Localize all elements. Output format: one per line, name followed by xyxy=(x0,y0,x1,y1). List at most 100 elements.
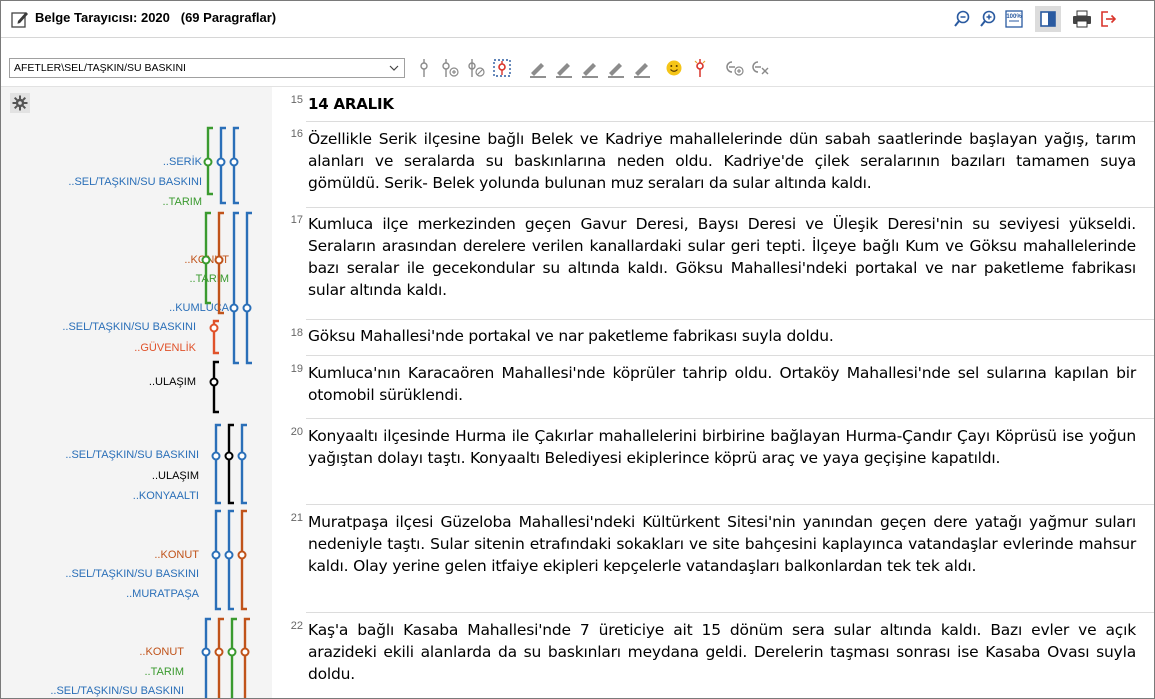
print-button[interactable] xyxy=(1069,6,1095,32)
paragraph-text[interactable]: Göksu Mahallesi'nde portakal ve nar pake… xyxy=(308,325,1136,347)
selection-button[interactable] xyxy=(491,57,513,79)
code-knob xyxy=(214,647,224,657)
code-knob xyxy=(201,255,211,265)
pin-button[interactable] xyxy=(413,57,435,79)
code-knob xyxy=(229,303,239,313)
code-knob xyxy=(229,157,239,167)
zoom-out-button[interactable] xyxy=(949,6,975,32)
paragraph-number[interactable]: 20 xyxy=(272,426,303,438)
exit-icon xyxy=(1101,11,1117,27)
emoji-button[interactable] xyxy=(663,57,685,79)
coding-bracket xyxy=(230,617,237,698)
paragraph-separator xyxy=(306,612,1154,613)
code-knob xyxy=(201,647,211,657)
code-knob xyxy=(237,451,247,461)
coding-bracket xyxy=(232,211,239,365)
emoji-icon xyxy=(666,60,682,76)
coding-bracket xyxy=(214,423,221,505)
coding-bracket xyxy=(240,509,247,611)
paragraph-separator xyxy=(306,355,1154,356)
coding-bracket xyxy=(227,423,234,505)
highlighter-icon xyxy=(530,63,546,78)
pin-icon xyxy=(420,59,428,77)
panel-icon xyxy=(1040,11,1056,27)
highlighter-button-5[interactable] xyxy=(631,57,653,79)
code-knob xyxy=(237,550,247,560)
paragraph-text[interactable]: Konyaaltı ilçesinde Hurma ile Çakırlar m… xyxy=(308,425,1136,469)
paragraph-number[interactable]: 18 xyxy=(272,327,303,339)
code-knob xyxy=(216,157,226,167)
chevron-down-icon xyxy=(389,65,399,71)
link-add-icon xyxy=(726,61,744,76)
code-knob xyxy=(211,451,221,461)
code-knob xyxy=(224,550,234,560)
title-toolbar: 100% xyxy=(949,6,1121,32)
zoom-in-button[interactable] xyxy=(975,6,1001,32)
paragraph-separator xyxy=(306,207,1154,208)
highlighter-icon xyxy=(556,63,572,78)
link-add-button[interactable] xyxy=(723,57,745,79)
pins-icon xyxy=(468,59,485,77)
add-pin-icon xyxy=(442,59,459,77)
paragraph-separator xyxy=(306,418,1154,419)
paragraph-text[interactable]: Özellikle Serik ilçesine bağlı Belek ve … xyxy=(308,128,1136,194)
coding-bracket xyxy=(245,211,252,365)
highlighter-icon xyxy=(608,63,624,78)
coding-bracket xyxy=(212,360,219,414)
add-pin-button[interactable] xyxy=(439,57,461,79)
paragraph-number[interactable]: 15 xyxy=(272,94,303,106)
code-knob xyxy=(242,303,252,313)
pins-button[interactable] xyxy=(465,57,487,79)
highlighter-button-4[interactable] xyxy=(605,57,627,79)
zoom-100-icon: 100% xyxy=(1005,10,1023,28)
highlighter-icon xyxy=(582,63,598,78)
link-remove-button[interactable] xyxy=(749,57,771,79)
coding-bracket xyxy=(243,617,250,698)
link-remove-icon xyxy=(752,61,769,75)
paragraph-separator xyxy=(306,319,1154,320)
highlighter-icon xyxy=(634,63,650,78)
zoom-100-button[interactable]: 100% xyxy=(1001,6,1027,32)
symbol-button[interactable] xyxy=(689,57,711,79)
zoom-out-icon xyxy=(954,10,970,27)
code-knob xyxy=(211,550,221,560)
highlighter-button-2[interactable] xyxy=(553,57,575,79)
code-knob xyxy=(203,157,213,167)
layout-toggle-button[interactable] xyxy=(1035,6,1061,32)
paragraph-text[interactable]: Kaş'a bağlı Kasaba Mahallesi'nde 7 üreti… xyxy=(308,619,1136,685)
code-knob xyxy=(240,647,250,657)
highlighter-button-3[interactable] xyxy=(579,57,601,79)
code-knob xyxy=(227,647,237,657)
code-knob xyxy=(224,451,234,461)
paragraph-text[interactable]: Muratpaşa ilçesi Güzeloba Mahallesi'ndek… xyxy=(308,511,1136,577)
document-browser-window: Belge Tarayıcısı: 2020 (69 Paragraflar) … xyxy=(0,0,1155,699)
zoom-in-icon xyxy=(980,10,996,27)
paragraph-separator xyxy=(306,504,1154,505)
paragraph-separator xyxy=(306,121,1154,122)
coding-bracket xyxy=(204,617,211,698)
coding-brackets xyxy=(201,126,252,698)
paragraph-text[interactable]: Kumluca ilçe merkezinden geçen Gavur Der… xyxy=(308,213,1136,301)
coding-bracket xyxy=(217,617,224,698)
paragraph-number[interactable]: 21 xyxy=(272,512,303,524)
code-knob xyxy=(209,377,219,387)
print-icon xyxy=(1073,10,1091,28)
paragraph-text[interactable]: 14 ARALIK xyxy=(308,93,1136,115)
exit-button[interactable] xyxy=(1095,6,1121,32)
selection-icon xyxy=(493,59,511,77)
coding-bracket xyxy=(240,423,247,505)
coding-bracket xyxy=(214,509,221,611)
paragraph-text[interactable]: Kumluca'nın Karacaören Mahallesi'nde köp… xyxy=(308,362,1136,406)
paragraph-number[interactable]: 22 xyxy=(272,620,303,632)
code-knob xyxy=(209,323,219,333)
symbol-icon xyxy=(694,59,706,77)
paragraph-number-column xyxy=(272,87,306,698)
coding-bracket xyxy=(227,509,234,611)
paragraph-number[interactable]: 16 xyxy=(272,128,303,140)
zoom-100-label: 100% xyxy=(1006,14,1022,20)
highlighter-button-1[interactable] xyxy=(527,57,549,79)
code-knob xyxy=(214,255,224,265)
paragraph-number[interactable]: 17 xyxy=(272,214,303,226)
code-tools xyxy=(413,56,775,80)
paragraph-number[interactable]: 19 xyxy=(272,363,303,375)
